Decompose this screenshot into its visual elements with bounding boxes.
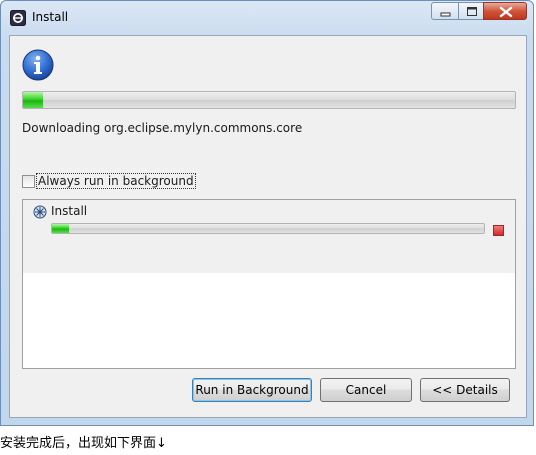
- job-progress-fill: [52, 224, 70, 233]
- status-text: Downloading org.eclipse.mylyn.commons.co…: [22, 121, 303, 135]
- overall-progress-bar: [22, 91, 516, 109]
- caption-text: 安装完成后，出现如下界面↓: [0, 436, 167, 451]
- minimize-icon: [440, 12, 451, 17]
- maximize-button[interactable]: [458, 2, 484, 20]
- always-run-background-checkbox[interactable]: [22, 175, 35, 188]
- close-icon: [499, 6, 513, 18]
- minimize-button[interactable]: [431, 2, 459, 20]
- details-button[interactable]: << Details: [420, 378, 510, 402]
- close-button[interactable]: [483, 2, 527, 20]
- eclipse-icon: [10, 10, 26, 26]
- always-run-background-label[interactable]: Always run in background: [36, 173, 196, 189]
- stop-icon[interactable]: [493, 225, 504, 236]
- cancel-button[interactable]: Cancel: [320, 378, 412, 402]
- caption-buttons: [431, 2, 527, 22]
- dialog-body: Downloading org.eclipse.mylyn.commons.co…: [9, 35, 527, 418]
- title-bar[interactable]: Install: [1, 1, 533, 35]
- jobs-panel: Install: [22, 199, 516, 369]
- info-icon: [22, 49, 54, 81]
- overall-progress-fill: [23, 92, 43, 108]
- install-job-icon: [33, 204, 47, 219]
- maximize-icon: [467, 7, 477, 16]
- job-progress-bar: [51, 223, 485, 234]
- window-title: Install: [32, 10, 69, 24]
- run-in-background-button[interactable]: Run in Background: [192, 378, 312, 402]
- install-dialog: Install Downloading org.eclipse.mylyn.co…: [0, 0, 534, 426]
- job-name: Install: [51, 204, 88, 218]
- job-item: Install: [23, 200, 515, 273]
